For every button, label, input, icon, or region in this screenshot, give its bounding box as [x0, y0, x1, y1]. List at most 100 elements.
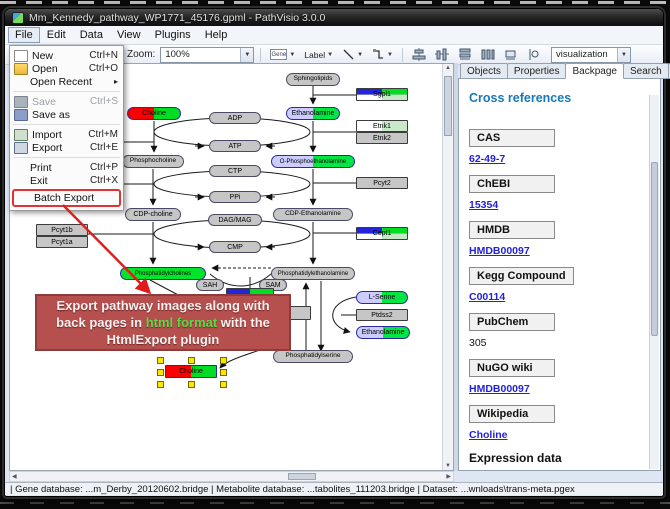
- crossref-link[interactable]: C00114: [469, 291, 505, 303]
- pathway-node-ethanolamine-2[interactable]: Ethanolamine: [356, 326, 410, 339]
- align-center-horizontal-button[interactable]: [409, 47, 429, 63]
- menu-data[interactable]: Data: [73, 27, 110, 43]
- pathway-node-cept1[interactable]: Cept1: [356, 227, 408, 240]
- menu-edit[interactable]: Edit: [40, 27, 73, 43]
- pathway-node-ppi[interactable]: PPi: [209, 191, 261, 203]
- crossref-link[interactable]: 15354: [469, 199, 498, 211]
- node-label: SAH: [203, 282, 217, 289]
- tab-objects[interactable]: Objects: [460, 63, 508, 79]
- visualization-combobox[interactable]: visualization ▼: [551, 47, 631, 63]
- selection-handle[interactable]: [157, 381, 164, 388]
- crossref-link[interactable]: HMDB00097: [469, 245, 530, 257]
- pathway-node-ctp[interactable]: CTP: [209, 165, 261, 177]
- pathway-node-etnk2[interactable]: Etnk2: [356, 132, 408, 144]
- scrollbar-thumb[interactable]: [288, 473, 316, 480]
- common-size-button[interactable]: [501, 47, 521, 63]
- file-menu-item-batch-export[interactable]: Batch Export: [12, 189, 121, 207]
- menu-plugins[interactable]: Plugins: [148, 27, 198, 43]
- crossref-source-header: Wikipedia: [469, 405, 555, 423]
- pathway-node-sphingolipids[interactable]: Sphingolipids: [286, 73, 340, 86]
- file-menu-item-export[interactable]: ExportCtrl+E: [10, 141, 123, 154]
- scroll-up-icon[interactable]: ▲: [443, 65, 453, 71]
- line-tool-button[interactable]: ▼: [339, 47, 366, 63]
- pathway-node-pcyt1a[interactable]: Pcyt1a: [36, 236, 88, 248]
- node-label: Pcyt2: [373, 180, 391, 187]
- canvas-vertical-scrollbar[interactable]: ▲ ▼: [442, 64, 453, 470]
- pathway-node-cdp-ethanolamine[interactable]: CDP-Ethanolamine: [273, 208, 353, 221]
- menu-help[interactable]: Help: [198, 27, 235, 43]
- crossref-link[interactable]: Choline: [469, 429, 508, 441]
- scroll-down-icon[interactable]: ▼: [443, 463, 453, 469]
- canvas-horizontal-scrollbar[interactable]: ◀ ▶: [9, 471, 454, 482]
- pathway-node-etnk1[interactable]: Etnk1: [356, 120, 408, 132]
- tab-search[interactable]: Search: [623, 63, 669, 79]
- crossref-link[interactable]: 62-49-7: [469, 153, 505, 165]
- pathway-node-phosphatidylserine[interactable]: Phosphatidylserine: [273, 350, 353, 363]
- file-menu-item-open-recent[interactable]: Open Recent▸: [10, 75, 123, 88]
- connector-tool-button[interactable]: ▼: [369, 47, 396, 63]
- add-label-button[interactable]: Label ▼: [301, 47, 336, 63]
- pathway-node-ptdss2[interactable]: Ptdss2: [356, 309, 408, 321]
- selection-handle[interactable]: [157, 357, 164, 364]
- scrollbar-thumb[interactable]: [651, 162, 658, 336]
- pathway-node-phosphocholine[interactable]: Phosphocholine: [122, 155, 184, 168]
- pathway-node-choline-top[interactable]: Choline: [127, 107, 181, 120]
- pathway-node-sgpl1[interactable]: Sgpl1: [356, 88, 408, 101]
- node-label: Ptdss2: [371, 312, 392, 319]
- align-center-vertical-button[interactable]: [432, 47, 452, 63]
- tab-backpage[interactable]: Backpage: [565, 63, 623, 79]
- selection-handle[interactable]: [188, 381, 195, 388]
- zoom-dropdown-arrow-icon[interactable]: ▼: [240, 48, 253, 62]
- scrollbar-thumb[interactable]: [444, 76, 452, 136]
- stack-vertical-button[interactable]: [455, 47, 475, 63]
- pathway-node-sah[interactable]: SAH: [196, 279, 224, 291]
- selection-handle[interactable]: [157, 369, 164, 376]
- title-bar[interactable]: Mm_Kennedy_pathway_WP1771_45176.gpml - P…: [5, 9, 663, 26]
- side-panel-tabs: ObjectsPropertiesBackpageSearchLegend: [458, 63, 661, 79]
- panel-vertical-scrollbar[interactable]: [649, 95, 659, 469]
- pathway-node-ethanolamine[interactable]: Ethanolamine: [286, 107, 340, 120]
- pathway-node-l-serine[interactable]: L-Serine: [356, 291, 408, 304]
- file-menu-item-open[interactable]: OpenCtrl+O: [10, 62, 123, 75]
- stack-horizontal-button[interactable]: [478, 47, 498, 63]
- pathway-node-adp[interactable]: ADP: [209, 112, 261, 124]
- file-menu-item-save-as[interactable]: Save as: [10, 108, 123, 121]
- align-left-button[interactable]: [524, 47, 544, 63]
- file-menu-item-save[interactable]: SaveCtrl+S: [10, 95, 123, 108]
- chevron-down-icon: ▼: [327, 52, 333, 58]
- scroll-right-icon[interactable]: ▶: [446, 473, 451, 480]
- node-label: Sgpl1: [373, 91, 391, 98]
- file-menu-item-print[interactable]: PrintCtrl+P: [10, 161, 123, 174]
- pathway-node-dag-mag[interactable]: DAG/MAG: [208, 214, 262, 226]
- pathway-node-cmp[interactable]: CMP: [209, 241, 261, 253]
- label-button-text: Label: [304, 50, 325, 60]
- zoom-combobox[interactable]: 100% ▼: [160, 47, 254, 63]
- pathway-node-o-phosphoethanolamine[interactable]: O-Phosphoethanolamine: [271, 155, 355, 168]
- pathway-node-phosphatidylcholines[interactable]: Phosphatidylcholines: [120, 267, 206, 280]
- tab-properties[interactable]: Properties: [507, 63, 567, 79]
- pathway-node-pcyt2[interactable]: Pcyt2: [356, 177, 408, 189]
- chevron-down-icon: ▼: [387, 52, 393, 58]
- pathway-node-pcyt1b[interactable]: Pcyt1b: [36, 224, 88, 236]
- selection-handle[interactable]: [220, 369, 227, 376]
- pathway-node-choline-selected[interactable]: Choline: [165, 365, 217, 378]
- selection-handle[interactable]: [188, 357, 195, 364]
- scroll-left-icon[interactable]: ◀: [12, 473, 17, 480]
- file-menu-item-import[interactable]: ImportCtrl+M: [10, 128, 123, 141]
- screen-edge-artifact-bottom: [0, 502, 670, 504]
- pathway-node-cdp-choline[interactable]: CDP-choline: [125, 208, 181, 221]
- visualization-dropdown-arrow-icon[interactable]: ▼: [617, 48, 630, 62]
- crossref-sections: CAS62-49-7ChEBI15354HMDBHMDB00097Kegg Co…: [469, 129, 650, 441]
- menu-file[interactable]: File: [8, 27, 40, 43]
- menu-item-shortcut: Ctrl+X: [90, 175, 118, 186]
- menu-item-label: Open: [32, 63, 58, 75]
- file-menu-item-exit[interactable]: ExitCtrl+X: [10, 174, 123, 187]
- crossref-link[interactable]: HMDB00097: [469, 383, 530, 395]
- pathway-node-atp[interactable]: ATP: [209, 140, 261, 152]
- add-gene-datanode-button[interactable]: Gene ▼: [267, 47, 298, 63]
- selection-handle[interactable]: [220, 357, 227, 364]
- selection-handle[interactable]: [220, 381, 227, 388]
- pathway-node-phosphatidylethanolamine[interactable]: Phosphatidylethanolamine: [271, 267, 355, 280]
- menu-view[interactable]: View: [110, 27, 148, 43]
- file-menu-item-new[interactable]: NewCtrl+N: [10, 49, 123, 62]
